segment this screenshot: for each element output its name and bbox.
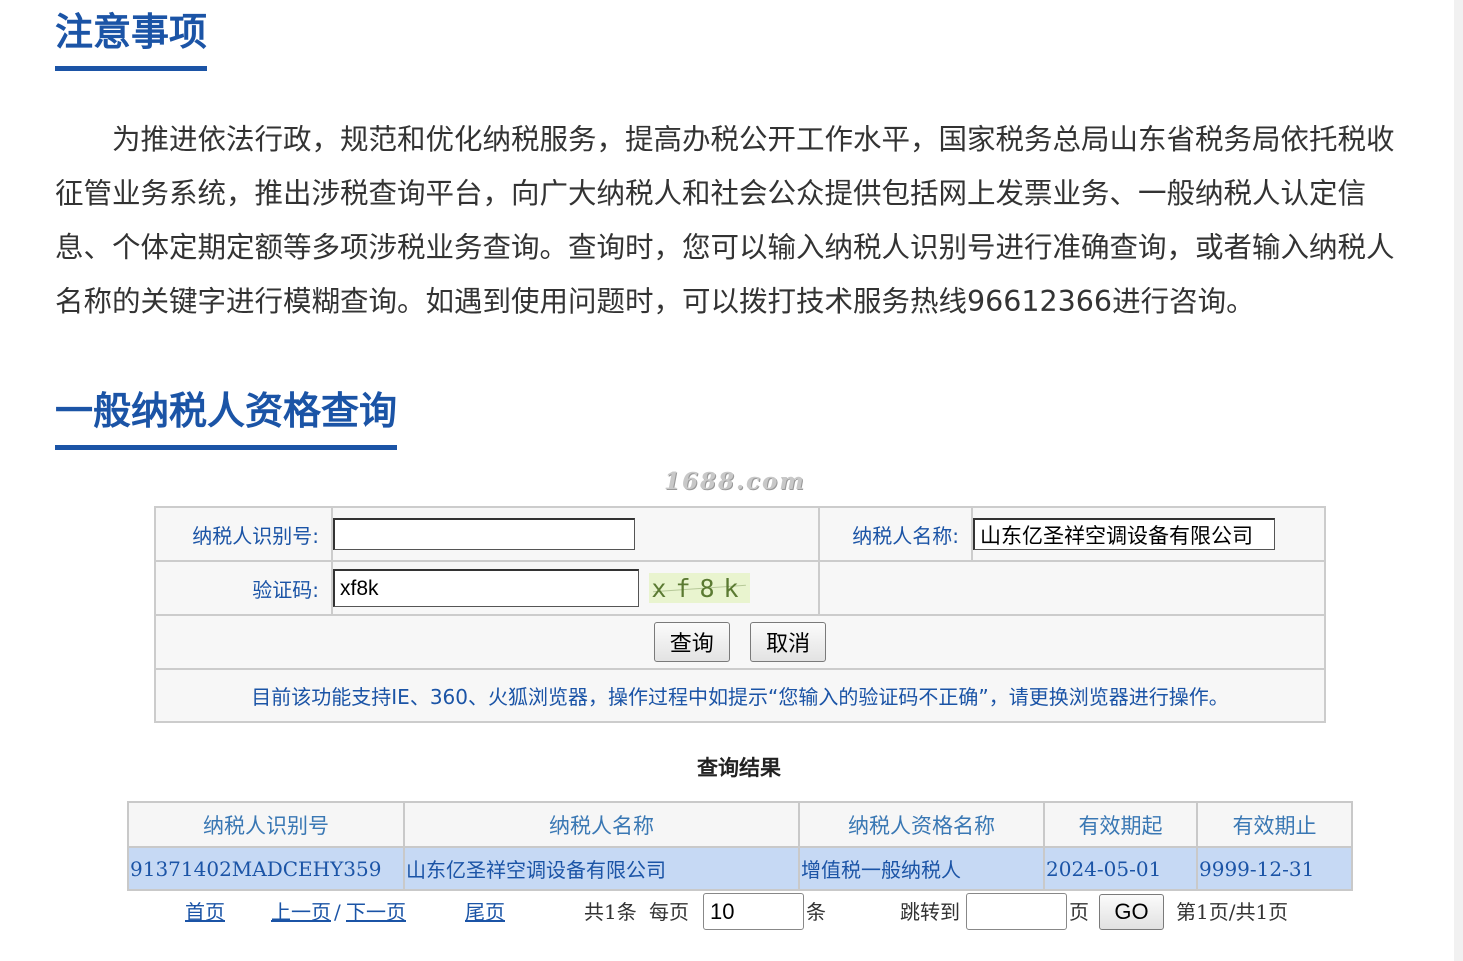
col-header-valid-to: 有效期止	[1196, 801, 1353, 848]
col-header-taxpayer-name: 纳税人名称	[403, 801, 800, 848]
cell-valid-from: 2024-05-01	[1043, 846, 1198, 891]
taxpayer-name-cell	[971, 506, 1326, 562]
pager-last-link[interactable]: 尾页	[465, 893, 505, 931]
form-row-actions: 查询 取消	[154, 614, 1326, 670]
pager-jump-label: 跳转到	[900, 900, 960, 924]
notice-title: 注意事项	[55, 10, 208, 71]
jump-page-input[interactable]	[966, 893, 1067, 930]
taxpayer-id-label: 纳税人识别号:	[154, 506, 333, 562]
pager-per-page-label: 每页	[649, 900, 689, 924]
form-actions: 查询 取消	[154, 614, 1326, 670]
captcha-label: 验证码:	[154, 560, 333, 616]
form-row-hint: 目前该功能支持IE、360、火狐浏览器，操作过程中如提示“您输入的验证码不正确”…	[154, 668, 1326, 723]
cell-taxpayer-name: 山东亿圣祥空调设备有限公司	[403, 846, 800, 891]
cancel-button[interactable]: 取消	[750, 622, 827, 662]
taxpayer-name-input[interactable]	[973, 518, 1275, 550]
captcha-image[interactable]: xf8k	[649, 573, 750, 603]
submit-button[interactable]: 查询	[653, 622, 730, 662]
browser-hint: 目前该功能支持IE、360、火狐浏览器，操作过程中如提示“您输入的验证码不正确”…	[154, 668, 1326, 723]
query-title: 一般纳税人资格查询	[55, 389, 398, 450]
per-page-input[interactable]	[703, 893, 804, 930]
form-row-captcha: 验证码: xf8k	[154, 560, 1326, 616]
taxpayer-id-cell	[331, 506, 820, 562]
pager-next-link[interactable]: 下一页	[346, 893, 406, 931]
pager-prev-link[interactable]: 上一页	[271, 893, 331, 931]
results-title: 查询结果	[697, 755, 781, 780]
query-form: 纳税人识别号: 纳税人名称: 验证码: xf8k 查询 取消	[154, 506, 1326, 723]
captcha-input[interactable]	[333, 569, 639, 607]
pager-jump-unit: 页	[1069, 900, 1089, 924]
col-header-qualification: 纳税人资格名称	[798, 801, 1045, 848]
captcha-row-empty-cell	[818, 560, 1326, 616]
cell-valid-to: 9999-12-31	[1196, 846, 1353, 891]
captcha-group: xf8k	[333, 569, 818, 607]
form-row-identity: 纳税人识别号: 纳税人名称:	[154, 506, 1326, 562]
pager-first-link[interactable]: 首页	[185, 893, 225, 931]
col-header-taxpayer-id: 纳税人识别号	[127, 801, 405, 848]
pager-status: 第1页/共1页	[1176, 900, 1289, 924]
cell-qualification: 增值税一般纳税人	[798, 846, 1045, 891]
taxpayer-id-input[interactable]	[333, 518, 635, 550]
watermark: 1688.com	[664, 468, 806, 495]
results-header-row: 纳税人识别号 纳税人名称 纳税人资格名称 有效期起 有效期止	[127, 801, 1353, 848]
results-table: 纳税人识别号 纳税人名称 纳税人资格名称 有效期起 有效期止 91371402M…	[127, 801, 1353, 891]
page: 注意事项 为推进依法行政，规范和优化纳税服务，提高办税公开工作水平，国家税务总局…	[0, 0, 1463, 961]
pagination: 首页 上一页 / 下一页 尾页 共1条 每页 条 跳转到 页 GO 第1页/共1…	[0, 893, 1463, 931]
go-button[interactable]: GO	[1099, 894, 1164, 930]
pager-separator: /	[334, 900, 341, 924]
col-header-valid-from: 有效期起	[1043, 801, 1198, 848]
pager-per-page-unit: 条	[806, 900, 826, 924]
notice-paragraph: 为推进依法行政，规范和优化纳税服务，提高办税公开工作水平，国家税务总局山东省税务…	[55, 123, 1395, 318]
pager-total: 共1条	[584, 900, 637, 924]
captcha-cell: xf8k	[331, 560, 820, 616]
cell-taxpayer-id: 91371402MADCEHY359	[127, 846, 405, 891]
table-row[interactable]: 91371402MADCEHY359 山东亿圣祥空调设备有限公司 增值税一般纳税…	[127, 846, 1353, 891]
vertical-scrollbar[interactable]	[1454, 0, 1463, 961]
taxpayer-name-label: 纳税人名称:	[818, 506, 973, 562]
